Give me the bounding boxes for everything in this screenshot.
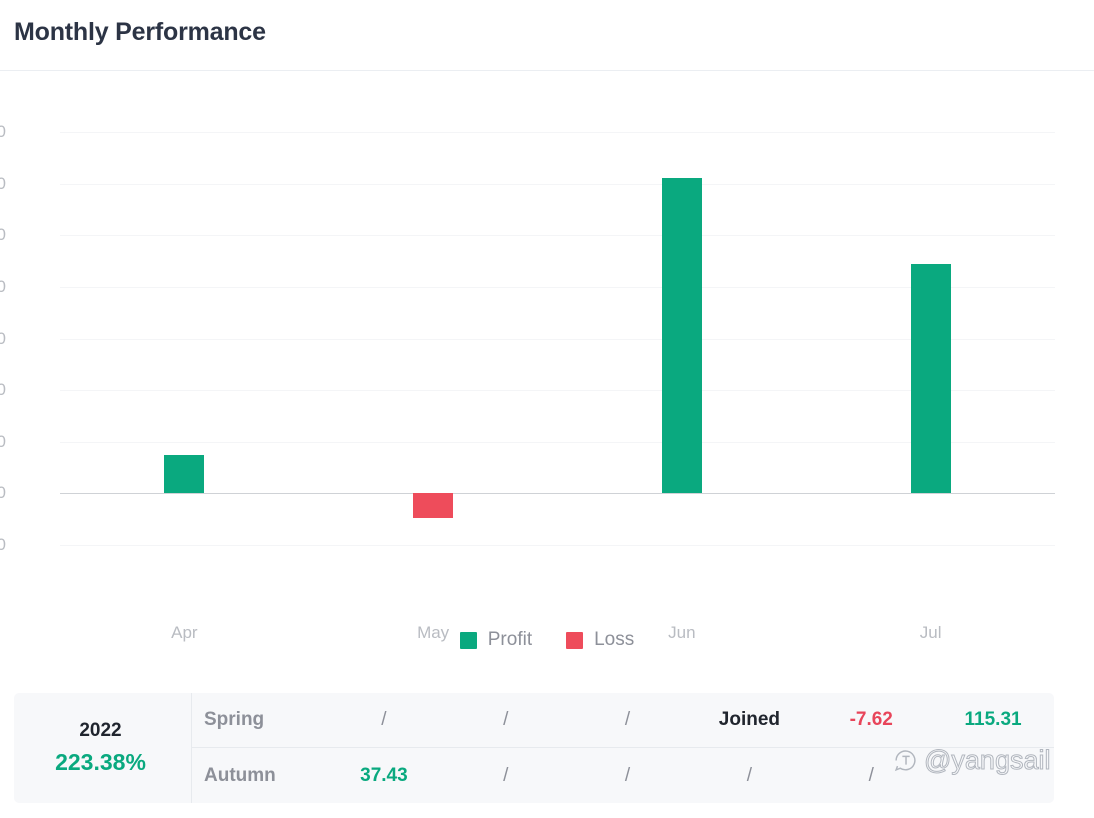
gridline [60, 545, 1055, 546]
chart-plot-area: 140120100806040200-20AprMayJunJul [60, 132, 1055, 545]
chart-bar[interactable] [413, 493, 453, 518]
chart-bar[interactable] [662, 178, 702, 493]
legend-item[interactable]: Loss [566, 629, 634, 651]
y-axis-tick-label: 100 [0, 225, 6, 245]
y-axis-tick-label: 120 [0, 174, 6, 194]
gridline [60, 184, 1055, 185]
table-row: Spring///Joined-7.62115.31 [192, 693, 1054, 748]
table-cell: Joined [688, 709, 810, 731]
y-axis-tick-label: 80 [0, 277, 6, 297]
y-axis-tick-label: 140 [0, 122, 6, 142]
gridline [60, 287, 1055, 288]
table-year-label: 2022 [79, 720, 121, 742]
table-cell: -7.62 [810, 709, 932, 731]
gridline [60, 339, 1055, 340]
y-axis-tick-label: 60 [0, 329, 6, 349]
page-title: Monthly Performance [14, 18, 266, 47]
y-axis-tick-label: 0 [0, 483, 6, 503]
legend-item[interactable]: Profit [460, 629, 532, 651]
table-cell: 115.31 [932, 709, 1054, 731]
table-cell: / [567, 765, 689, 787]
gridline [60, 390, 1055, 391]
chart-bar[interactable] [164, 455, 204, 494]
chart-card: Monthly Performance 140120100806040200-2… [0, 0, 1094, 818]
y-axis-tick-label: 20 [0, 432, 6, 452]
legend-label: Profit [488, 629, 532, 651]
table-row: Autumn37.43//// [192, 748, 1054, 803]
table-cell: / [567, 709, 689, 731]
card-header: Monthly Performance [0, 0, 1094, 71]
performance-table: 2022 223.38% Spring///Joined-7.62115.31A… [14, 693, 1054, 803]
gridline [60, 235, 1055, 236]
table-cell: / [445, 709, 567, 731]
table-row-label: Autumn [192, 765, 323, 787]
table-rows: Spring///Joined-7.62115.31Autumn37.43///… [192, 693, 1054, 803]
y-axis-tick-label: -20 [0, 535, 6, 555]
table-row-label: Spring [192, 709, 323, 731]
y-axis-tick-label: 40 [0, 380, 6, 400]
chart-bar[interactable] [911, 264, 951, 493]
table-cell: / [688, 765, 810, 787]
table-cell: / [810, 765, 932, 787]
table-cell: 37.43 [323, 765, 445, 787]
zero-line [60, 493, 1055, 494]
chart-legend: Profit Loss [0, 629, 1094, 651]
table-year-cell: 2022 223.38% [14, 693, 192, 803]
legend-swatch-icon [460, 632, 477, 649]
legend-swatch-icon [566, 632, 583, 649]
chart-container: 140120100806040200-20AprMayJunJul Profit… [0, 71, 1094, 671]
table-cell: / [445, 765, 567, 787]
table-year-return: 223.38% [55, 749, 146, 776]
gridline [60, 132, 1055, 133]
legend-label: Loss [594, 629, 634, 651]
table-cell: / [323, 709, 445, 731]
gridline [60, 442, 1055, 443]
